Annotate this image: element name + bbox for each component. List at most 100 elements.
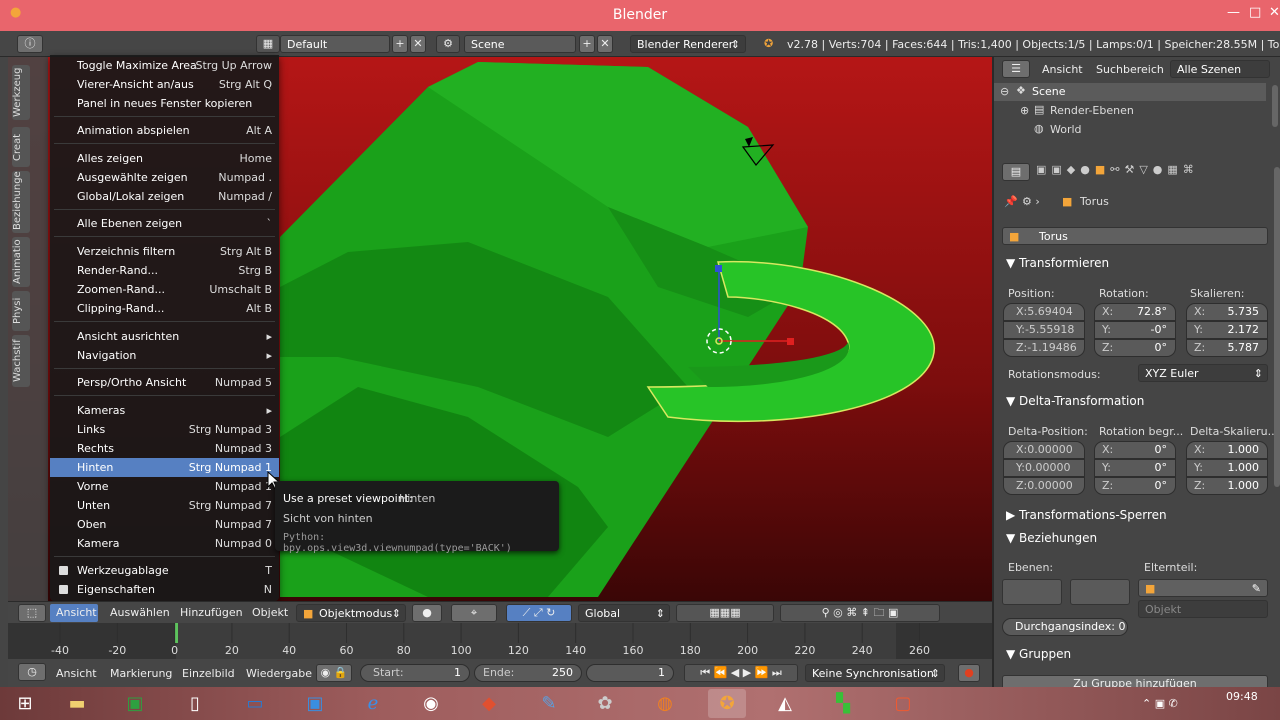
editor-type-icon[interactable]: ▤ xyxy=(1002,163,1030,181)
menu-item-right[interactable]: Rechts Numpad 3 xyxy=(50,439,279,458)
remove-scene-icon[interactable]: ✕ xyxy=(597,35,613,53)
menu-item-local-view[interactable]: Global/Lokal zeigen Numpad / xyxy=(50,187,279,206)
layout-field[interactable]: Default xyxy=(280,35,390,53)
outliner-scrollbar[interactable] xyxy=(1272,85,1278,127)
rotation-y-field[interactable]: Y: -0° xyxy=(1094,321,1176,339)
outliner-menu-search[interactable]: Suchbereich xyxy=(1096,63,1164,76)
menu-item-top[interactable]: Oben Numpad 7 xyxy=(50,515,279,534)
orientation-select[interactable]: Global ⇕ xyxy=(578,604,670,622)
menu-item-quad-view[interactable]: Vierer-Ansicht an/aus Strg Alt Q xyxy=(50,75,279,94)
start-icon[interactable]: ⊞ xyxy=(6,689,44,718)
outliner-row-world[interactable]: ◍ World xyxy=(994,121,1266,139)
menu-item-align-view[interactable]: Ansicht ausrichten ▸ xyxy=(50,327,279,346)
outliner-menu-view[interactable]: Ansicht xyxy=(1042,63,1083,76)
groups-panel-header[interactable]: ▼ Gruppen xyxy=(1006,647,1071,661)
add-layout-icon[interactable]: + xyxy=(392,35,408,53)
menu-item-cameras[interactable]: Kameras ▸ xyxy=(50,401,279,420)
menu-item-duplicate-area[interactable]: Panel in neues Fenster kopieren xyxy=(50,94,279,113)
menu-item-camera[interactable]: Kamera Numpad 0 xyxy=(50,534,279,553)
app-icon[interactable]: ▭ xyxy=(236,689,274,718)
file-explorer-icon[interactable]: ▬ xyxy=(58,689,96,718)
menu-item-play-animation[interactable]: Animation abspielen Alt A xyxy=(50,121,279,140)
document-icon[interactable]: ▯ xyxy=(176,689,214,718)
scale-z-field[interactable]: Z: 5.787 xyxy=(1186,339,1268,357)
layer-grid-1[interactable] xyxy=(1002,579,1062,605)
snap-tools-icon[interactable]: ⚲ ◎ ⌘ ⇞ 🗀 ▣ xyxy=(780,604,940,622)
end-frame-field[interactable]: Ende: 250 xyxy=(474,664,582,682)
outliner-row-scene[interactable]: ⊖ ❖ Scene xyxy=(994,83,1266,101)
pass-index-field[interactable]: Durchgangsindex: 0 xyxy=(1002,618,1128,636)
tab-animation[interactable]: Animatio xyxy=(12,237,30,287)
scene-field[interactable]: Scene xyxy=(464,35,576,53)
menu-item-bottom[interactable]: Unten Strg Numpad 7 xyxy=(50,496,279,515)
position-x-field[interactable]: X:5.69404 xyxy=(1003,303,1085,321)
scene-icon[interactable]: ⚙ xyxy=(436,35,460,53)
delta-position-x-field[interactable]: X:0.00000 xyxy=(1003,441,1085,459)
inkscape-icon[interactable]: ◭ xyxy=(766,689,804,718)
scale-y-field[interactable]: Y: 2.172 xyxy=(1186,321,1268,339)
delta-rotation-y-field[interactable]: Y: 0° xyxy=(1094,459,1176,477)
add-scene-icon[interactable]: + xyxy=(579,35,595,53)
sync-select[interactable]: Keine Synchronisation ⇕ xyxy=(805,664,945,682)
keyframe-lock-icon[interactable]: ◉ 🔒 xyxy=(316,664,352,682)
menu-item-view-selected[interactable]: Ausgewählte zeigen Numpad . xyxy=(50,168,279,187)
rotation-z-field[interactable]: Z: 0° xyxy=(1094,339,1176,357)
screen-layout-icon[interactable]: ▦ xyxy=(256,35,280,53)
display-mode-select[interactable]: Alle Szenen xyxy=(1170,60,1270,78)
gimp-icon[interactable]: ✿ xyxy=(586,689,624,718)
scale-x-field[interactable]: X: 5.735 xyxy=(1186,303,1268,321)
editor-type-icon[interactable]: ⓘ xyxy=(17,35,43,53)
menu-item-zoom-border[interactable]: Zoomen-Rand... Umschalt B xyxy=(50,280,279,299)
parent-type-select[interactable]: Objekt xyxy=(1138,600,1268,618)
rotation-mode-select[interactable]: XYZ Euler ⇕ xyxy=(1138,364,1268,382)
outliner-row-render-layers[interactable]: ⊕ ▤ Render-Ebenen xyxy=(994,102,1266,120)
tab-grease-pencil[interactable]: Wachstif xyxy=(12,335,30,387)
delta-position-z-field[interactable]: Z:0.00000 xyxy=(1003,477,1085,495)
menu-item-clipping-filter[interactable]: Verzeichnis filtern Strg Alt B xyxy=(50,242,279,261)
playback-controls[interactable]: ⏮ ⏪ ◀ ▶ ⏩ ⏭ xyxy=(684,664,798,682)
firefox-icon[interactable]: ◍ xyxy=(646,689,684,718)
position-z-field[interactable]: Z:-1.19486 xyxy=(1003,339,1085,357)
mode-select[interactable]: Objektmodus ■ ⇕ xyxy=(296,604,406,622)
window-manager-icon[interactable]: ▣ xyxy=(296,689,334,718)
close-icon[interactable]: ✕ xyxy=(1269,5,1280,20)
object-name-field[interactable]: ■ Torus xyxy=(1002,227,1268,245)
minimize-icon[interactable]: — xyxy=(1227,5,1240,20)
position-y-field[interactable]: Y:-5.55918 xyxy=(1003,321,1085,339)
manipulator-icon[interactable]: ⟋ ⤢ ↻ xyxy=(506,604,572,622)
tray-icons[interactable]: ⌃ ▣ ✆ xyxy=(1142,697,1178,710)
maximize-icon[interactable]: □ xyxy=(1249,5,1261,20)
blender-taskbar-icon[interactable]: ✪ xyxy=(708,689,746,718)
editor-type-icon[interactable]: ☰ xyxy=(1002,60,1030,78)
menu-item-front[interactable]: Vorne Numpad 1 xyxy=(50,477,279,496)
menu-add[interactable]: Hinzufügen xyxy=(180,606,243,619)
delta-scale-y-field[interactable]: Y: 1.000 xyxy=(1186,459,1268,477)
menu-item-back[interactable]: Hinten Strg Numpad 1 xyxy=(50,458,279,477)
menu-item-show-all-layers[interactable]: Alle Ebenen zeigen ` xyxy=(50,214,279,233)
parent-field[interactable]: ■ ✎ xyxy=(1138,579,1268,597)
layer-grid-2[interactable] xyxy=(1070,579,1130,605)
menu-item-left[interactable]: Links Strg Numpad 3 xyxy=(50,420,279,439)
menu-item-toggle-maximize[interactable]: Toggle Maximize Area Strg Up Arrow xyxy=(50,56,279,75)
editor-type-icon[interactable]: ⬚ xyxy=(18,604,46,622)
delta-position-y-field[interactable]: Y:0.00000 xyxy=(1003,459,1085,477)
layers-icon[interactable]: ▦▦▦ xyxy=(676,604,774,622)
editor-type-icon[interactable]: ◷ xyxy=(18,663,46,681)
menu-item-render-border[interactable]: Render-Rand... Strg B xyxy=(50,261,279,280)
camtasia-icon[interactable]: ▚ xyxy=(824,689,862,718)
context-tabs[interactable]: ▣▣◆●■⚯⚒▽●▦⌘ xyxy=(1036,163,1262,181)
menu-item-persp-ortho[interactable]: Persp/Ortho Ansicht Numpad 5 xyxy=(50,373,279,392)
delta-scale-z-field[interactable]: Z: 1.000 xyxy=(1186,477,1268,495)
excel-icon[interactable]: ▣ xyxy=(116,689,154,718)
pencil-app-icon[interactable]: ✎ xyxy=(530,689,568,718)
transform-locks-panel-header[interactable]: ▶ Transformations-Sperren xyxy=(1006,508,1167,522)
menu-object[interactable]: Objekt xyxy=(252,606,288,619)
start-frame-field[interactable]: Start: 1 xyxy=(360,664,470,682)
tl-menu-frame[interactable]: Einzelbild xyxy=(182,667,235,680)
delta-rotation-z-field[interactable]: Z: 0° xyxy=(1094,477,1176,495)
rotation-x-field[interactable]: X: 72.8° xyxy=(1094,303,1176,321)
recorder-icon[interactable]: ▢ xyxy=(884,689,922,718)
menu-ansicht[interactable]: Ansicht xyxy=(56,606,97,619)
menu-item-clipping-border[interactable]: Clipping-Rand... Alt B xyxy=(50,299,279,318)
tl-menu-marker[interactable]: Markierung xyxy=(110,667,172,680)
